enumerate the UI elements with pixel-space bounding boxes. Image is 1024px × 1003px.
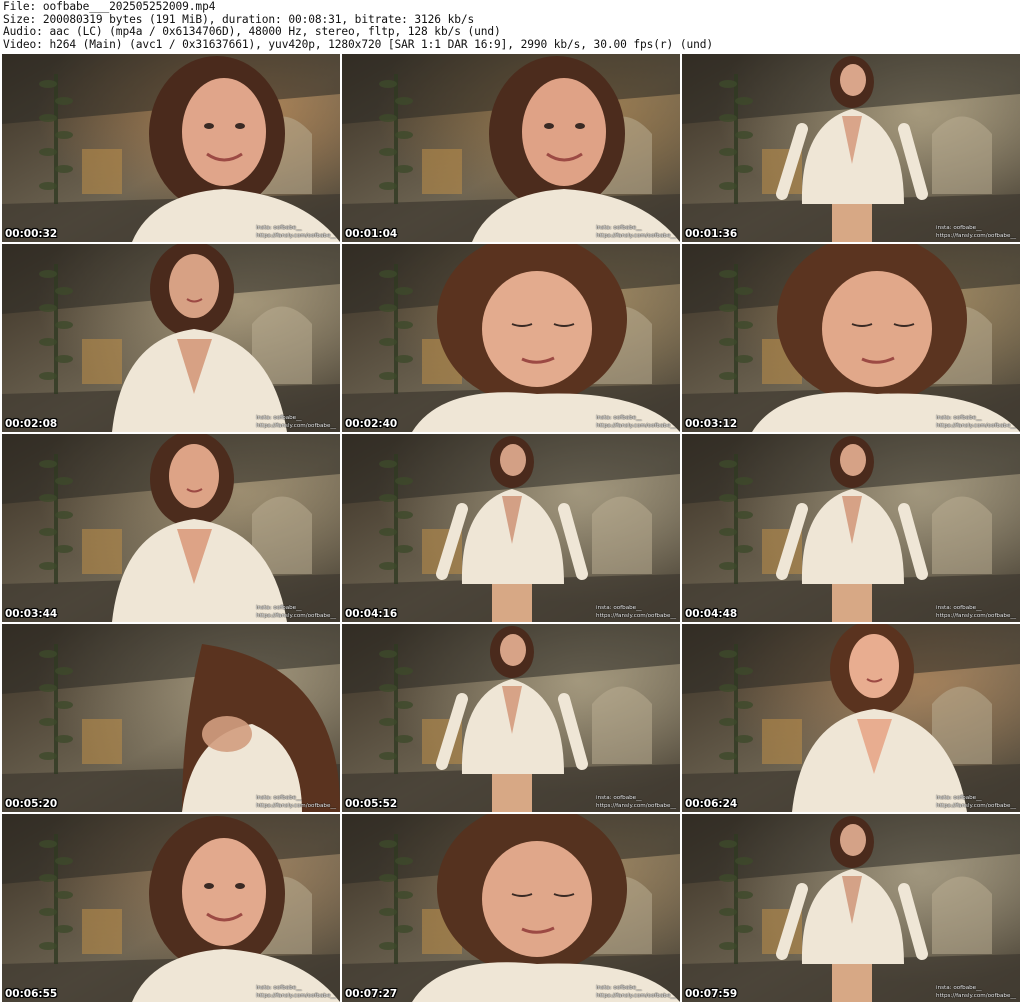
thumbnail-watermark: insta: oofbabe__ https://fansly.com/oofba… [596,794,676,810]
thumbnail-frame-image [2,434,340,622]
watermark-url-text: https://fansly.com/oofbabe__ [936,613,1016,619]
thumbnail-watermark: insta: oofbabe__ https://fansly.com/oofba… [596,414,676,430]
thumbnail-frame-image [342,434,680,622]
thumbnail-timestamp: 00:03:12 [685,418,738,430]
thumbnail-watermark: insta: oofbabe__ https://fansly.com/oofba… [256,984,336,1000]
thumbnail-timestamp: 00:03:44 [5,608,58,620]
watermark-insta-text: insta: oofbabe__ [596,225,642,231]
watermark-insta-text: insta: oofbabe__ [936,795,982,801]
video-thumbnail: 00:04:16 insta: oofbabe__ https://fansly.c… [342,434,680,622]
watermark-url-text: https://fansly.com/oofbabe__ [596,803,676,809]
thumbnail-watermark: insta: oofbabe__ https://fansly.com/oofba… [256,604,336,620]
file-name-line: File: oofbabe___202505252009.mp4 [3,1,216,13]
watermark-url-text: https://fansly.com/oofbabe__ [596,993,676,999]
thumbnail-grid: 00:00:32 insta: oofbabe__ https://fansly.c… [2,54,1022,1002]
thumbnail-frame-image [682,244,1020,432]
thumbnail-frame-image [682,814,1020,1002]
watermark-insta-text: insta: oofbabe__ [256,985,302,991]
video-info-line: Video: h264 (Main) (avc1 / 0x31637661), … [3,38,713,51]
thumbnail-watermark: insta: oofbabe__ https://fansly.com/oofba… [256,414,336,430]
thumbnail-frame-image [2,54,340,242]
file-size-line: Size: 200080319 bytes (191 MiB), duratio… [3,13,475,26]
thumbnail-frame-image [342,624,680,812]
watermark-insta-text: insta: oofbabe__ [596,605,642,611]
video-thumbnail: 00:07:27 insta: oofbabe__ https://fansly.c… [342,814,680,1002]
thumbnail-timestamp: 00:02:40 [345,418,398,430]
thumbnail-frame-image [342,244,680,432]
watermark-url-text: https://fansly.com/oofbabe__ [596,233,676,239]
watermark-url-text: https://fansly.com/oofbabe__ [596,613,676,619]
thumbnail-timestamp: 00:05:20 [5,798,58,810]
thumbnail-watermark: insta: oofbabe__ https://fansly.com/oofba… [256,794,336,810]
thumbnail-timestamp: 00:07:27 [345,988,398,1000]
video-thumbnail: 00:06:55 insta: oofbabe__ https://fansly.c… [2,814,340,1002]
watermark-insta-text: insta: oofbabe__ [596,795,642,801]
watermark-url-text: https://fansly.com/oofbabe__ [936,803,1016,809]
file-info-header: File: oofbabe___202505252009.mp4 Size: 2… [3,1,1021,53]
watermark-insta-text: insta: oofbabe__ [936,985,982,991]
video-thumbnail: 00:07:59 insta: oofbabe__ https://fansly.c… [682,814,1020,1002]
video-thumbnail: 00:00:32 insta: oofbabe__ https://fansly.c… [2,54,340,242]
thumbnail-timestamp: 00:04:16 [345,608,398,620]
video-thumbnail: 00:03:44 insta: oofbabe__ https://fansly.c… [2,434,340,622]
watermark-insta-text: insta: oofbabe__ [596,985,642,991]
video-thumbnail: 00:04:48 insta: oofbabe__ https://fansly.c… [682,434,1020,622]
video-thumbnail: 00:03:12 insta: oofbabe__ https://fansly.c… [682,244,1020,432]
video-thumbnail: 00:02:40 insta: oofbabe__ https://fansly.c… [342,244,680,432]
thumbnail-timestamp: 00:05:52 [345,798,398,810]
thumbnail-watermark: insta: oofbabe__ https://fansly.com/oofba… [936,984,1016,1000]
thumbnail-frame-image [342,814,680,1002]
thumbnail-timestamp: 00:01:04 [345,228,398,240]
watermark-url-text: https://fansly.com/oofbabe__ [256,993,336,999]
thumbnail-watermark: insta: oofbabe__ https://fansly.com/oofba… [936,414,1016,430]
watermark-insta-text: insta: oofbabe__ [936,415,982,421]
watermark-insta-text: insta: oofbabe__ [936,225,982,231]
thumbnail-watermark: insta: oofbabe__ https://fansly.com/oofba… [936,224,1016,240]
thumbnail-frame-image [342,54,680,242]
watermark-url-text: https://fansly.com/oofbabe__ [936,233,1016,239]
video-thumbnail: 00:01:36 insta: oofbabe__ https://fansly.c… [682,54,1020,242]
thumbnail-frame-image [2,244,340,432]
watermark-url-text: https://fansly.com/oofbabe__ [256,803,336,809]
thumbnail-frame-image [682,624,1020,812]
thumbnail-frame-image [2,624,340,812]
thumbnail-watermark: insta: oofbabe__ https://fansly.com/oofba… [936,794,1016,810]
thumbnail-timestamp: 00:06:24 [685,798,738,810]
thumbnail-timestamp: 00:02:08 [5,418,58,430]
watermark-url-text: https://fansly.com/oofbabe__ [596,423,676,429]
thumbnail-watermark: insta: oofbabe__ https://fansly.com/oofba… [596,224,676,240]
watermark-insta-text: insta: oofbabe__ [936,605,982,611]
thumbnail-frame-image [682,434,1020,622]
video-thumbnail: 00:06:24 insta: oofbabe__ https://fansly.c… [682,624,1020,812]
video-thumbnail: 00:01:04 insta: oofbabe__ https://fansly.c… [342,54,680,242]
watermark-url-text: https://fansly.com/oofbabe__ [936,993,1016,999]
thumbnail-frame-image [2,814,340,1002]
watermark-url-text: https://fansly.com/oofbabe__ [936,423,1016,429]
watermark-insta-text: insta: oofbabe__ [256,795,302,801]
thumbnail-timestamp: 00:01:36 [685,228,738,240]
thumbnail-watermark: insta: oofbabe__ https://fansly.com/oofba… [596,604,676,620]
thumbnail-frame-image [682,54,1020,242]
video-thumbnail: 00:02:08 insta: oofbabe__ https://fansly.c… [2,244,340,432]
thumbnail-timestamp: 00:07:59 [685,988,738,1000]
thumbnail-timestamp: 00:04:48 [685,608,738,620]
watermark-url-text: https://fansly.com/oofbabe__ [256,423,336,429]
video-thumbnail: 00:05:20 insta: oofbabe__ https://fansly.c… [2,624,340,812]
thumbnail-timestamp: 00:00:32 [5,228,58,240]
audio-info-line: Audio: aac (LC) (mp4a / 0x6134706D), 480… [3,26,501,39]
thumbnail-watermark: insta: oofbabe__ https://fansly.com/oofba… [256,224,336,240]
video-thumbnail: 00:05:52 insta: oofbabe__ https://fansly.c… [342,624,680,812]
thumbnail-watermark: insta: oofbabe__ https://fansly.com/oofba… [936,604,1016,620]
watermark-url-text: https://fansly.com/oofbabe__ [256,613,336,619]
thumbnail-watermark: insta: oofbabe__ https://fansly.com/oofba… [596,984,676,1000]
thumbnail-timestamp: 00:06:55 [5,988,58,1000]
watermark-insta-text: insta: oofbabe__ [256,605,302,611]
watermark-insta-text: insta: oofbabe__ [596,415,642,421]
watermark-insta-text: insta: oofbabe__ [256,415,302,421]
watermark-insta-text: insta: oofbabe__ [256,225,302,231]
watermark-url-text: https://fansly.com/oofbabe__ [256,233,336,239]
